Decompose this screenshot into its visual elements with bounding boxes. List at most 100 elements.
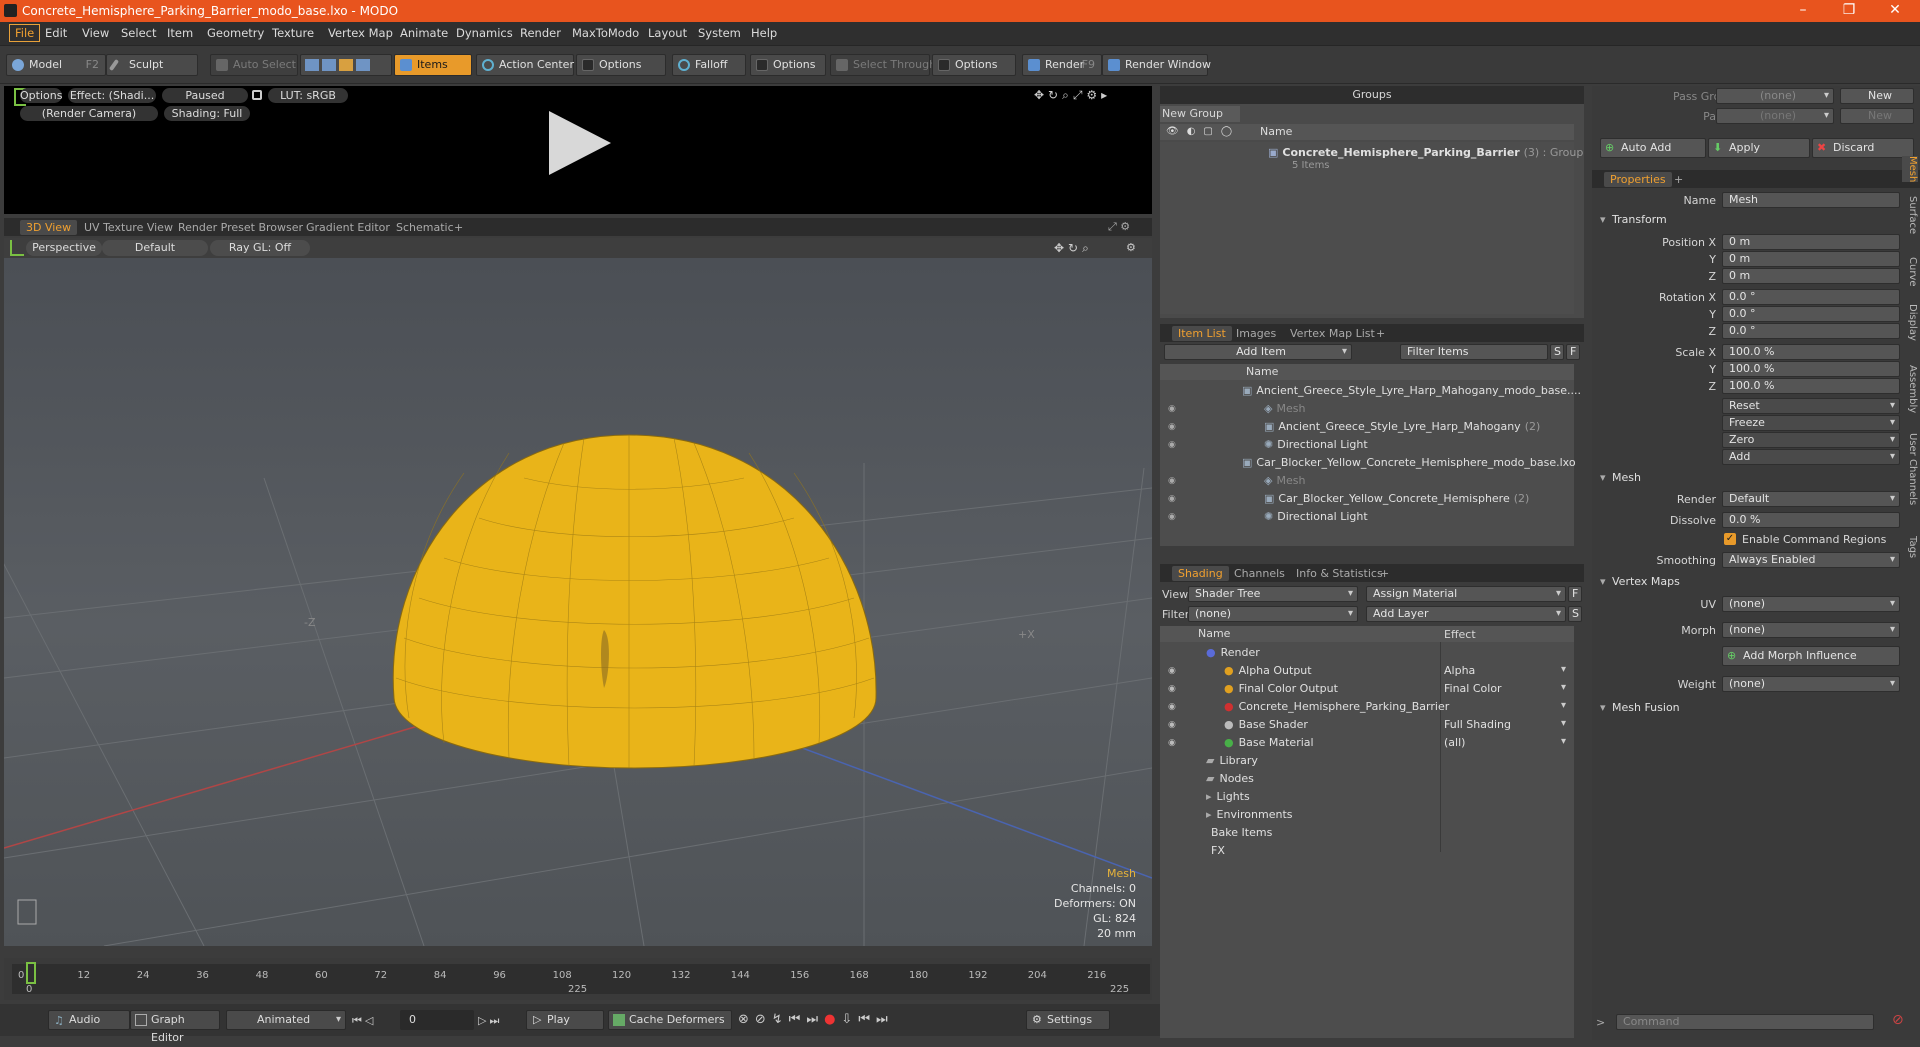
tab-channels[interactable]: Channels	[1228, 566, 1291, 581]
action-center-button[interactable]: Action Center	[476, 54, 574, 76]
menu-select[interactable]: Select	[121, 26, 156, 40]
item-list-row[interactable]: ▣ Car_Blocker_Yellow_Concrete_Hemisphere(…	[1264, 492, 1529, 510]
side-tab-mesh[interactable]: Mesh	[1902, 156, 1918, 183]
shader-tree-row[interactable]: ▸ Lights	[1206, 790, 1250, 808]
3d-viewport[interactable]: -Z +X Mesh Channels: 0 Deformers: ON GL:…	[4, 238, 1152, 946]
item-list-name-column[interactable]: Name	[1160, 364, 1574, 380]
add-morph-influence-button[interactable]: ⊕ Add Morph Influence	[1722, 646, 1900, 666]
menu-render[interactable]: Render	[520, 26, 561, 40]
perspective-dropdown[interactable]: Perspective	[26, 240, 102, 256]
mesh-section[interactable]: Mesh	[1596, 470, 1641, 486]
preview-paused-button[interactable]: Paused	[162, 88, 248, 103]
key-tools-icons[interactable]: ⊗⊘↯⏮⏭●⇩⏮⏭	[738, 1012, 894, 1027]
graph-editor-button[interactable]: Graph Editor	[130, 1010, 220, 1044]
visibility-eye-icon[interactable]: ◉	[1168, 666, 1176, 676]
minimize-button[interactable]: –	[1780, 0, 1826, 22]
tab-images[interactable]: Images	[1230, 326, 1282, 341]
item-list-row[interactable]: ✺ Directional Light	[1264, 438, 1372, 456]
preview-lut-dropdown[interactable]: LUT: sRGB	[268, 88, 348, 103]
tab-item-list[interactable]: Item List	[1172, 326, 1232, 341]
tab-render-preset-browser[interactable]: Render Preset Browser	[172, 220, 309, 235]
rotation-y-input[interactable]: 0.0 °	[1722, 306, 1900, 322]
side-tab-surface[interactable]: Surface	[1902, 196, 1918, 234]
shader-tree-row[interactable]: ● Alpha Output	[1224, 664, 1312, 682]
shader-effect-dropdown[interactable]	[1444, 700, 1570, 718]
item-list-row[interactable]: ◈ Mesh	[1264, 402, 1309, 420]
visibility-eye-icon[interactable]: ◉	[1168, 422, 1176, 432]
scale-y-input[interactable]: 100.0 %	[1722, 361, 1900, 377]
maximize-button[interactable]: ❐	[1826, 0, 1872, 22]
new-pass-button[interactable]: New	[1840, 108, 1914, 124]
filter-dropdown[interactable]: (none)	[1188, 606, 1358, 622]
uv-dropdown[interactable]: (none)	[1722, 596, 1900, 612]
tab-uv-texture-view[interactable]: UV Texture View	[78, 220, 179, 235]
preview-camera-dropdown[interactable]: (Render Camera)	[20, 106, 158, 121]
shader-tree-row[interactable]: ▰ Library	[1206, 754, 1258, 772]
visibility-eye-icon[interactable]: ◉	[1168, 440, 1176, 450]
tab-gradient-editor[interactable]: Gradient Editor	[300, 220, 396, 235]
lock-icon[interactable]	[252, 90, 262, 100]
action-center-options-button[interactable]: Options	[576, 54, 666, 76]
dissolve-input[interactable]: 0.0 %	[1722, 512, 1900, 528]
shading-name-column[interactable]: Name	[1160, 626, 1574, 642]
visibility-eye-icon[interactable]: ◉	[1168, 494, 1176, 504]
play-icon[interactable]	[549, 111, 611, 175]
shader-tree-row[interactable]: ▰ Nodes	[1206, 772, 1254, 790]
rotation-z-input[interactable]: 0.0 °	[1722, 323, 1900, 339]
mesh-fusion-section[interactable]: Mesh Fusion	[1596, 700, 1680, 716]
new-group-button[interactable]: New Group	[1160, 106, 1240, 122]
transport-back-icons[interactable]: ⏮◁	[352, 1014, 376, 1028]
preview-nav-icons[interactable]: ✥↻⌕⤢⚙▸	[1034, 88, 1111, 103]
view-dropdown[interactable]: Shader Tree	[1188, 586, 1358, 602]
tab-shading[interactable]: Shading	[1172, 566, 1229, 581]
add-layer-dropdown[interactable]: Add Layer	[1366, 606, 1566, 622]
menu-texture[interactable]: Texture	[272, 26, 314, 40]
materials-icon[interactable]	[356, 59, 370, 71]
cache-deformers-button[interactable]: Cache Deformers	[608, 1010, 732, 1030]
default-style-dropdown[interactable]: Default	[102, 240, 208, 256]
s-button[interactable]: S	[1568, 606, 1582, 622]
menu-maxtomodo[interactable]: MaxToModo	[572, 26, 639, 40]
position-x-input[interactable]: 0 m	[1722, 234, 1900, 250]
apply-button[interactable]: ⬇ Apply	[1708, 138, 1810, 158]
add-tab-button[interactable]: +	[1668, 172, 1689, 187]
menu-system[interactable]: System	[698, 26, 741, 40]
visibility-eye-icon[interactable]: ◉	[1168, 720, 1176, 730]
visibility-eye-icon[interactable]: ◉	[1168, 512, 1176, 522]
item-list-row[interactable]: ▣ Ancient_Greece_Style_Lyre_Harp_Mahogany…	[1264, 420, 1540, 438]
render-button[interactable]: Render F9	[1022, 54, 1102, 76]
render-dropdown[interactable]: Default	[1722, 491, 1900, 507]
menu-item[interactable]: Item	[167, 26, 193, 40]
position-y-input[interactable]: 0 m	[1722, 251, 1900, 267]
select-through-options-button[interactable]: Options	[932, 54, 1016, 76]
render-window-button[interactable]: Render Window	[1102, 54, 1211, 76]
preview-effect-dropdown[interactable]: Effect: (Shadi...	[68, 88, 156, 103]
groups-column-icons[interactable]: 👁◐▢◯	[1166, 126, 1240, 137]
rotation-x-input[interactable]: 0.0 °	[1722, 289, 1900, 305]
reset-dropdown[interactable]: Reset	[1722, 398, 1900, 414]
f-button[interactable]: F	[1566, 344, 1580, 360]
passes-dropdown[interactable]: (none)	[1716, 108, 1834, 124]
close-button[interactable]: ✕	[1872, 0, 1918, 22]
visibility-eye-icon[interactable]: ◉	[1168, 476, 1176, 486]
add-tab-button[interactable]: +	[448, 220, 469, 235]
enable-command-regions-checkbox[interactable]: ✓	[1724, 533, 1736, 545]
menu-animate[interactable]: Animate	[400, 26, 448, 40]
edges-icon[interactable]	[322, 59, 336, 71]
sculpt-mode-button[interactable]: Sculpt	[106, 54, 198, 76]
add-tab-button[interactable]: +	[1374, 566, 1395, 581]
tab-vertex-map-list[interactable]: Vertex Map List	[1284, 326, 1381, 341]
add-dropdown[interactable]: Add	[1722, 449, 1900, 465]
menu-geometry[interactable]: Geometry	[207, 26, 264, 40]
timeline-playhead[interactable]	[26, 962, 36, 984]
item-list-row[interactable]: ▣ Car_Blocker_Yellow_Concrete_Hemisphere_…	[1242, 456, 1580, 474]
menu-help[interactable]: Help	[751, 26, 777, 40]
visibility-eye-icon[interactable]: ◉	[1168, 404, 1176, 414]
discard-button[interactable]: ✖ Discard	[1812, 138, 1914, 158]
side-tab-curve[interactable]: Curve	[1902, 257, 1918, 287]
scale-x-input[interactable]: 100.0 %	[1722, 344, 1900, 360]
s-button[interactable]: S	[1550, 344, 1564, 360]
auto-add-button[interactable]: ⊕ Auto Add	[1600, 138, 1706, 158]
transport-forward-icons[interactable]: ▷⏭	[478, 1014, 502, 1028]
new-pass-group-button[interactable]: New	[1840, 88, 1914, 104]
